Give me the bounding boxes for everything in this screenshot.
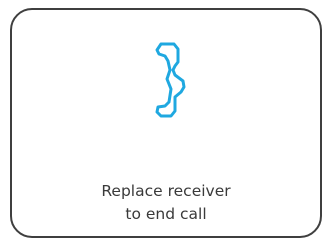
end-call-dialog: Replace receiver to end call <box>10 8 322 238</box>
message-line-2: to end call <box>125 205 207 223</box>
end-call-message: Replace receiver to end call <box>12 180 320 226</box>
phone-handset-icon <box>153 40 203 122</box>
message-line-1: Replace receiver <box>101 182 231 200</box>
